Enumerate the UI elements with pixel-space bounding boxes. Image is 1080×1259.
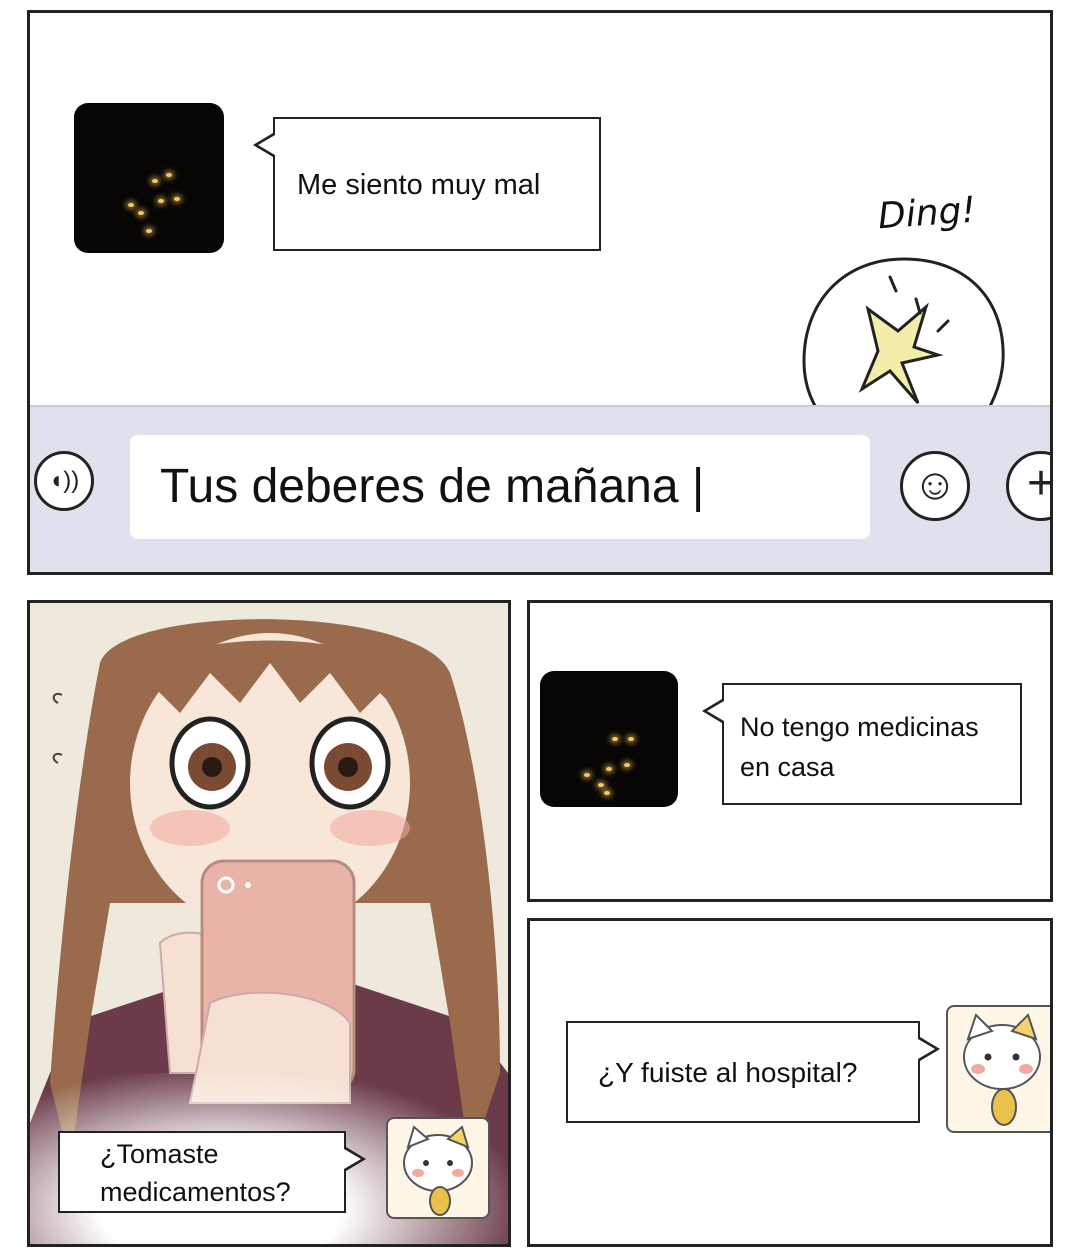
message-text-line-2: medicamentos? [100, 1177, 291, 1207]
cat-icon [403, 1125, 473, 1216]
message-text: Me siento muy mal [297, 169, 541, 201]
message-text-line-2: en casa [740, 752, 835, 782]
smiley-icon: ☺ [912, 460, 958, 509]
contact-avatar [74, 103, 224, 253]
message-text-line-1: ¿Tomaste [100, 1139, 219, 1169]
message-bubble-received: Me siento muy mal [253, 117, 601, 251]
comic-panel-4: ¿Y fuiste al hospital? [527, 918, 1053, 1247]
message-input[interactable]: Tus deberes de mañana | [130, 435, 870, 539]
voice-button[interactable]: ◖)) [34, 451, 94, 511]
cat-avatar [946, 1005, 1050, 1133]
message-bubble-sent: ¿Tomaste medicamentos? [58, 1131, 366, 1213]
contact-avatar [540, 671, 678, 807]
emoji-button[interactable]: ☺ [900, 451, 970, 521]
message-bubble-sent: ¿Y fuiste al hospital? [566, 1021, 940, 1123]
chat-input-bar: ◖)) Tus deberes de mañana | ☺ + [30, 405, 1053, 572]
comic-panel-1: Me siento muy mal Ding! ◖)) Tus deberes … [27, 10, 1053, 575]
cat-avatar [386, 1117, 490, 1219]
comic-panel-3: No tengo medicinas en casa [527, 600, 1053, 902]
message-bubble-received: No tengo medicinas en casa [702, 683, 1022, 805]
cat-icon [963, 1013, 1041, 1126]
voice-icon: ◖)) [48, 467, 80, 494]
plus-icon: + [1026, 457, 1053, 510]
message-text-line-1: No tengo medicinas [740, 712, 979, 742]
ding-sound-effect: Ding! [876, 189, 978, 238]
comic-panel-2: ¿Tomaste medicamentos? [27, 600, 511, 1247]
message-text: ¿Y fuiste al hospital? [598, 1057, 858, 1088]
add-button[interactable]: + [1006, 451, 1053, 521]
